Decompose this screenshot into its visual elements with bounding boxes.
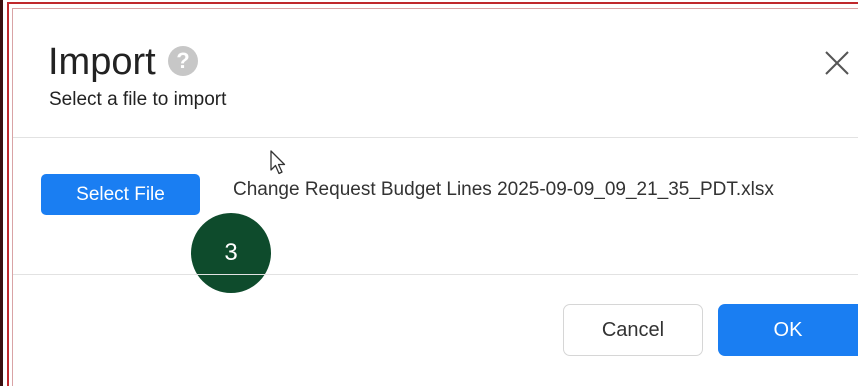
header-divider	[13, 137, 858, 138]
close-icon[interactable]	[822, 48, 852, 78]
select-file-button[interactable]: Select File	[41, 174, 200, 215]
dialog-subtitle: Select a file to import	[49, 89, 227, 110]
mouse-cursor-icon	[270, 150, 286, 175]
step-number-badge: 3	[191, 213, 271, 293]
import-dialog: Import ? Select a file to import Select …	[0, 0, 858, 386]
question-mark-icon[interactable]: ?	[168, 46, 198, 76]
window-edge	[0, 0, 7, 386]
inner-border-left	[12, 8, 13, 386]
ok-button[interactable]: OK	[718, 304, 858, 356]
inner-border-top	[12, 8, 858, 9]
highlight-border-top	[7, 2, 858, 4]
selected-file-name: Change Request Budget Lines 2025-09-09_0…	[233, 179, 774, 200]
footer-divider	[13, 274, 858, 275]
cancel-button[interactable]: Cancel	[563, 304, 703, 356]
dialog-title: Import	[48, 41, 156, 83]
highlight-border-left	[7, 2, 9, 386]
